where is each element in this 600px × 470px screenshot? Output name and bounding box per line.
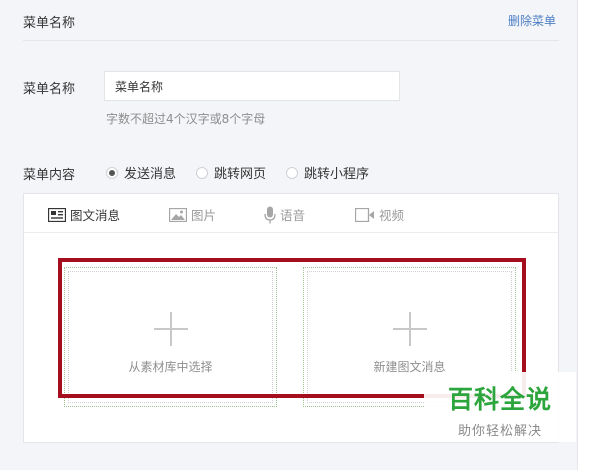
menu-content-radio-group: 发送消息 跳转网页 跳转小程序 bbox=[106, 163, 389, 182]
menu-name-input[interactable] bbox=[104, 71, 400, 101]
tab-voice[interactable]: 语音 bbox=[264, 205, 305, 224]
tab-article[interactable]: 图文消息 bbox=[48, 205, 120, 224]
menu-content-label: 菜单内容 bbox=[23, 168, 76, 183]
tab-label: 图文消息 bbox=[70, 208, 121, 223]
select-from-library-card[interactable]: 从素材库中选择 bbox=[64, 267, 277, 407]
video-icon bbox=[355, 207, 374, 222]
watermark-logo: 百科全说 bbox=[447, 385, 552, 414]
card-label: 从素材库中选择 bbox=[128, 360, 213, 374]
tab-video[interactable]: 视频 bbox=[355, 205, 404, 224]
menu-name-label: 菜单名称 bbox=[23, 82, 76, 97]
radio-label: 跳转小程序 bbox=[304, 167, 370, 182]
radio-unchecked-icon bbox=[196, 166, 209, 179]
tab-image[interactable]: 图片 bbox=[169, 205, 216, 224]
tab-label: 语音 bbox=[280, 208, 306, 223]
watermark-slogan: 助你轻松解决 bbox=[457, 424, 542, 439]
article-icon bbox=[48, 207, 66, 222]
delete-menu-link[interactable]: 删除菜单 bbox=[508, 12, 556, 29]
plus-icon bbox=[153, 312, 188, 346]
watermark: 百科全说 助你轻松解决 bbox=[424, 372, 576, 442]
header-divider bbox=[23, 40, 559, 41]
plus-icon bbox=[392, 312, 427, 346]
image-icon bbox=[169, 207, 187, 222]
tab-label: 图片 bbox=[191, 208, 217, 223]
radio-jump-webpage[interactable]: 跳转网页 bbox=[196, 163, 266, 182]
radio-checked-icon bbox=[106, 166, 118, 179]
panel-title: 菜单名称 bbox=[23, 16, 76, 31]
radio-unchecked-icon bbox=[286, 166, 299, 179]
radio-label: 发送消息 bbox=[124, 167, 177, 182]
radio-send-message[interactable]: 发送消息 bbox=[106, 163, 176, 182]
menu-name-hint: 字数不超过4个汉字或8个字母 bbox=[106, 112, 266, 126]
radio-jump-miniprogram[interactable]: 跳转小程序 bbox=[286, 163, 369, 182]
message-type-tabs: 图文消息 图片 语音 视频 bbox=[24, 194, 558, 233]
tab-label: 视频 bbox=[379, 208, 405, 223]
microphone-icon bbox=[264, 206, 276, 223]
radio-label: 跳转网页 bbox=[214, 167, 267, 182]
